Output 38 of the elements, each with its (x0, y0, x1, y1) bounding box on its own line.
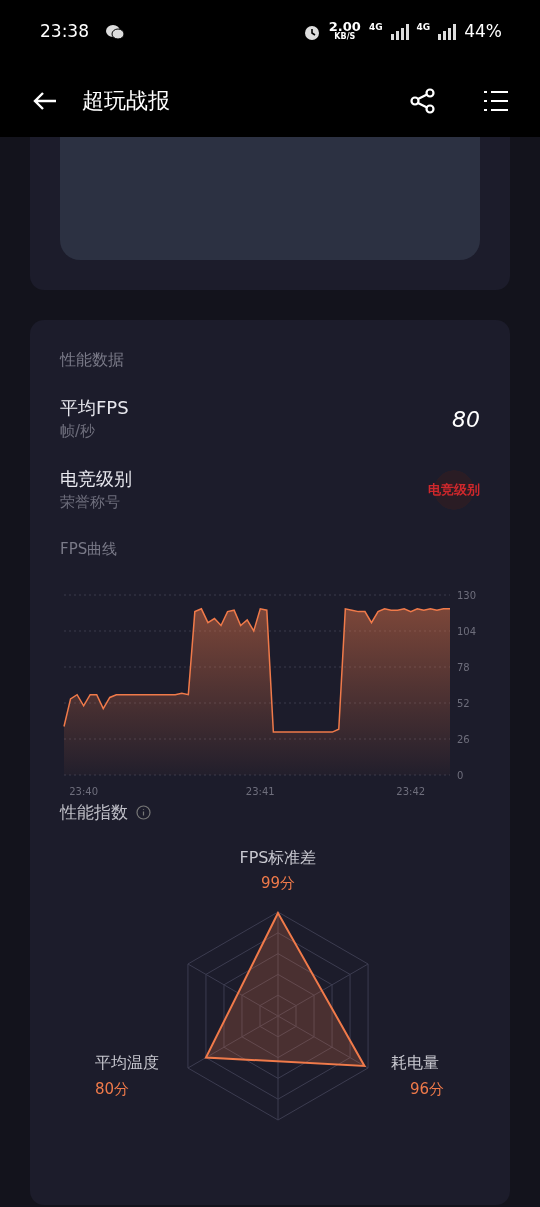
metric-unit: 帧/秒 (60, 421, 97, 442)
metric-label: 电竞级别 (60, 466, 132, 491)
chart-title: FPS曲线 (60, 538, 119, 560)
chat-icon (105, 24, 125, 40)
axis-label: 0 (457, 770, 464, 781)
menu-icon[interactable] (484, 89, 508, 112)
alarm-icon (302, 23, 321, 41)
section-title: 性能指数 (60, 801, 128, 824)
metric-label: 平均温度 (95, 1051, 159, 1074)
status-time: 23:38 (40, 20, 89, 44)
metric-score: 99分 (259, 872, 297, 894)
page-title: 超玩战报 (82, 87, 170, 115)
info-icon[interactable] (136, 805, 151, 821)
axis-label: 23:40 (69, 786, 99, 797)
share-icon[interactable] (410, 87, 436, 114)
metric-score: 80分 (95, 1078, 130, 1100)
metric-value: 80 (452, 405, 480, 434)
battery-level: 44% (464, 20, 502, 44)
back-icon[interactable] (32, 90, 58, 111)
axis-label: 23:42 (396, 786, 426, 797)
speed-unit: KB/S (334, 32, 356, 42)
metric-label: 平均FPS (60, 396, 129, 420)
signal-icon (390, 24, 409, 40)
axis-label: 130 (457, 590, 477, 601)
metric-score: 96分 (409, 1078, 444, 1100)
network-type: 4G (368, 21, 383, 35)
metric-label: 耗电量 (391, 1051, 439, 1074)
metric-unit: 荣誉称号 (60, 491, 121, 513)
signal-icon (438, 24, 457, 40)
section-title: 性能数据 (60, 349, 125, 371)
network-speed: 2.00 (328, 22, 361, 32)
metric-label: FPS标准差 (238, 846, 318, 869)
axis-label: 104 (457, 626, 477, 637)
axis-label: 26 (457, 734, 470, 745)
axis-label: 23:41 (245, 786, 275, 797)
network-type: 4G (416, 21, 431, 35)
axis-label: 78 (457, 662, 470, 673)
axis-label: 52 (457, 698, 470, 709)
